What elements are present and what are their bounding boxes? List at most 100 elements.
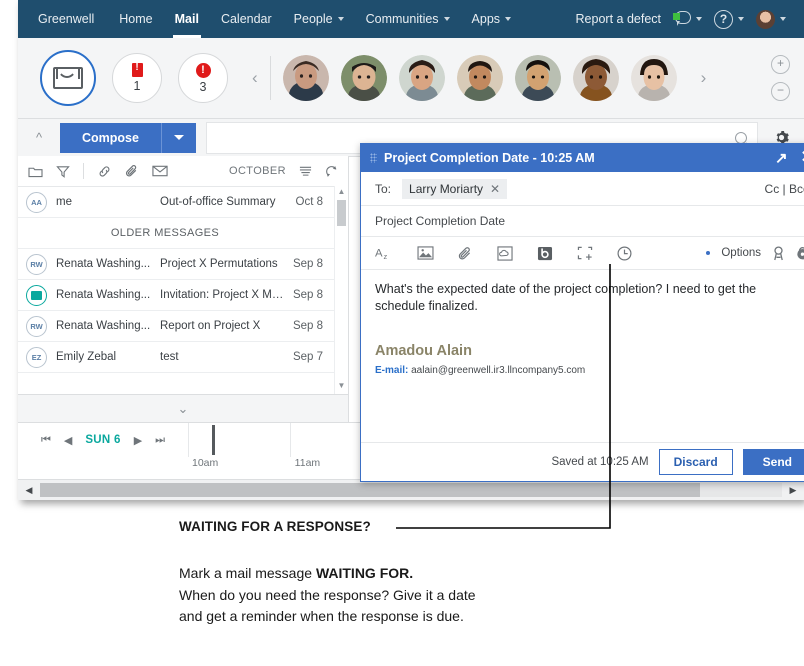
first-page-icon[interactable]: ⏮ [41,434,51,447]
table-row[interactable]: RW Renata Washing... Project X Permutati… [18,249,348,280]
table-row[interactable]: EZ Emily Zebal test Sep 7 [18,342,348,373]
person-avatar[interactable] [282,55,329,101]
annotation-body: Mark a mail message WAITING FOR. When do… [179,563,476,628]
compose-popup-actions: ↗ ✕ [775,150,804,166]
urgent-count-value: 3 [199,79,207,94]
options-button[interactable]: Options [721,247,761,259]
paperclip-icon[interactable] [125,164,139,178]
zoom-out-button[interactable]: − [771,82,790,101]
compose-popup-window: Project Completion Date - 10:25 AM ↗ ✕ T… [360,143,804,482]
signature-icon[interactable] [772,245,785,261]
person-avatar[interactable] [572,55,619,101]
calendar-nav: ⏮ ◀ SUN 6 ▶ ⏭ [18,423,189,457]
mail-subject: Invitation: Project X Meet... [160,289,285,301]
annotation-line-1: Mark a mail message WAITING FOR. [179,563,476,585]
horizontal-scrollbar[interactable]: ◀ ▶ [18,479,804,500]
envelope-icon [53,67,83,89]
compose-body[interactable]: What's the expected date of the project … [361,267,804,442]
refresh-icon[interactable] [325,165,338,178]
mail-list-toolbar: OCTOBER [18,156,348,187]
scrollbar-track[interactable] [40,483,782,497]
cloud-file-icon[interactable] [497,245,513,261]
flagged-count-button[interactable]: 1 [112,53,162,103]
mail-list-scrollbar[interactable]: ▲ ▼ [334,186,348,394]
table-row[interactable]: AA me Out-of-office Summary Oct 8 [18,187,348,218]
envelope-icon[interactable] [152,165,168,177]
nav-item-people[interactable]: People [283,0,355,38]
insert-frame-icon[interactable] [577,246,593,261]
scrollbar-thumb[interactable] [337,200,346,226]
discard-button[interactable]: Discard [658,449,733,475]
expand-icon[interactable]: ↗ [775,151,788,166]
mail-from: me [56,196,72,208]
table-row[interactable]: Renata Washing... Invitation: Project X … [18,280,348,311]
scroll-right-icon[interactable]: ▶ [782,485,804,496]
compose-toolbar-right: Options [706,245,804,261]
people-prev-button[interactable]: ‹ [246,68,264,88]
person-avatar[interactable] [514,55,561,101]
sort-icon[interactable] [299,165,312,178]
help-button[interactable]: ? [708,0,750,38]
nav-item-apps[interactable]: Apps [461,0,523,38]
filter-icon[interactable] [56,165,70,178]
person-avatar[interactable] [456,55,503,101]
drag-handle-icon[interactable] [370,153,377,163]
compose-dropdown-button[interactable] [160,122,196,153]
compose-to-field[interactable]: To: Larry Moriarty ✕ Cc | Bcc [361,172,804,206]
mail-filter-button[interactable] [40,50,96,106]
account-menu[interactable] [750,0,792,38]
expand-panel-button[interactable]: ⌄ [18,394,349,423]
next-icon[interactable]: ▶ [134,434,142,447]
send-button[interactable]: Send [742,449,804,475]
collapse-panel-button[interactable]: ^ [18,130,60,145]
person-avatar[interactable] [340,55,387,101]
mail-subject: Out-of-office Summary [160,196,276,208]
lock-icon[interactable] [796,246,804,261]
mail-date: Sep 8 [292,320,323,332]
app-window: Greenwell Home Mail Calendar People Comm… [18,0,804,500]
zoom-in-button[interactable]: + [771,55,790,74]
people-bar: 1 ! 3 ‹ [18,38,804,119]
compose-button[interactable]: Compose [60,122,161,153]
annotation-title: WAITING FOR A RESPONSE? [179,519,371,534]
scroll-up-icon[interactable]: ▲ [335,186,348,198]
table-row[interactable]: RW Renata Washing... Report on Project X… [18,311,348,342]
clock-icon[interactable] [617,245,632,261]
people-next-button[interactable]: › [695,68,713,88]
folder-icon[interactable] [28,165,43,178]
chat-status-button[interactable] [667,0,708,38]
report-defect-link[interactable]: Report a defect [570,0,667,38]
nav-item-home[interactable]: Home [108,0,163,38]
font-icon[interactable]: A z [375,245,393,261]
scroll-down-icon[interactable]: ▼ [335,380,348,392]
mail-from: Renata Washing... [56,289,151,301]
person-avatar[interactable] [630,55,677,101]
paperclip-icon[interactable] [458,246,473,261]
compose-popup-titlebar[interactable]: Project Completion Date - 10:25 AM ↗ ✕ [361,144,804,172]
nav-item-mail[interactable]: Mail [164,0,210,38]
person-avatar[interactable] [398,55,445,101]
scroll-left-icon[interactable]: ◀ [18,485,40,496]
brand-logo[interactable]: Greenwell [18,0,108,38]
avatar: RW [26,315,47,337]
zoom-controls: + − [771,55,790,101]
calendar-cell[interactable] [188,423,291,457]
recipient-chip[interactable]: Larry Moriarty ✕ [402,178,508,199]
box-icon[interactable] [537,246,553,261]
cc-bcc-toggle[interactable]: Cc | Bcc [765,182,804,196]
nav-item-communities[interactable]: Communities [355,0,461,38]
last-page-icon[interactable]: ⏭ [155,434,165,447]
close-icon[interactable]: ✕ [801,150,804,166]
prev-icon[interactable]: ◀ [64,434,72,447]
image-icon[interactable] [417,246,434,260]
top-navbar: Greenwell Home Mail Calendar People Comm… [18,0,804,38]
avatar: RW [26,253,47,275]
nav-item-calendar[interactable]: Calendar [210,0,283,38]
scrollbar-thumb[interactable] [40,483,700,497]
avatar: EZ [26,346,47,368]
remove-icon[interactable]: ✕ [490,182,500,196]
compose-subject-field[interactable]: Project Completion Date [361,206,804,237]
urgent-count-button[interactable]: ! 3 [178,53,228,103]
svg-text:z: z [384,252,388,261]
link-icon[interactable] [97,165,112,178]
